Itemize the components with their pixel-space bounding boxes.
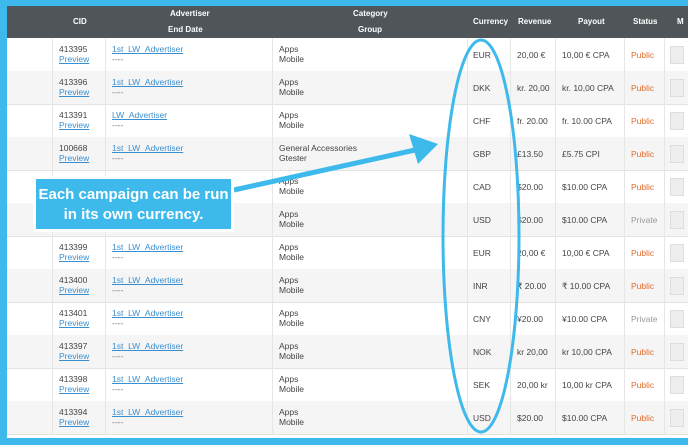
callout-box: Each campaign can be run in its own curr… — [33, 176, 234, 232]
currency-highlight-ellipse — [441, 38, 521, 434]
callout-arrow-line — [233, 147, 416, 193]
callout-text: Each campaign can be run in its own curr… — [38, 186, 229, 223]
